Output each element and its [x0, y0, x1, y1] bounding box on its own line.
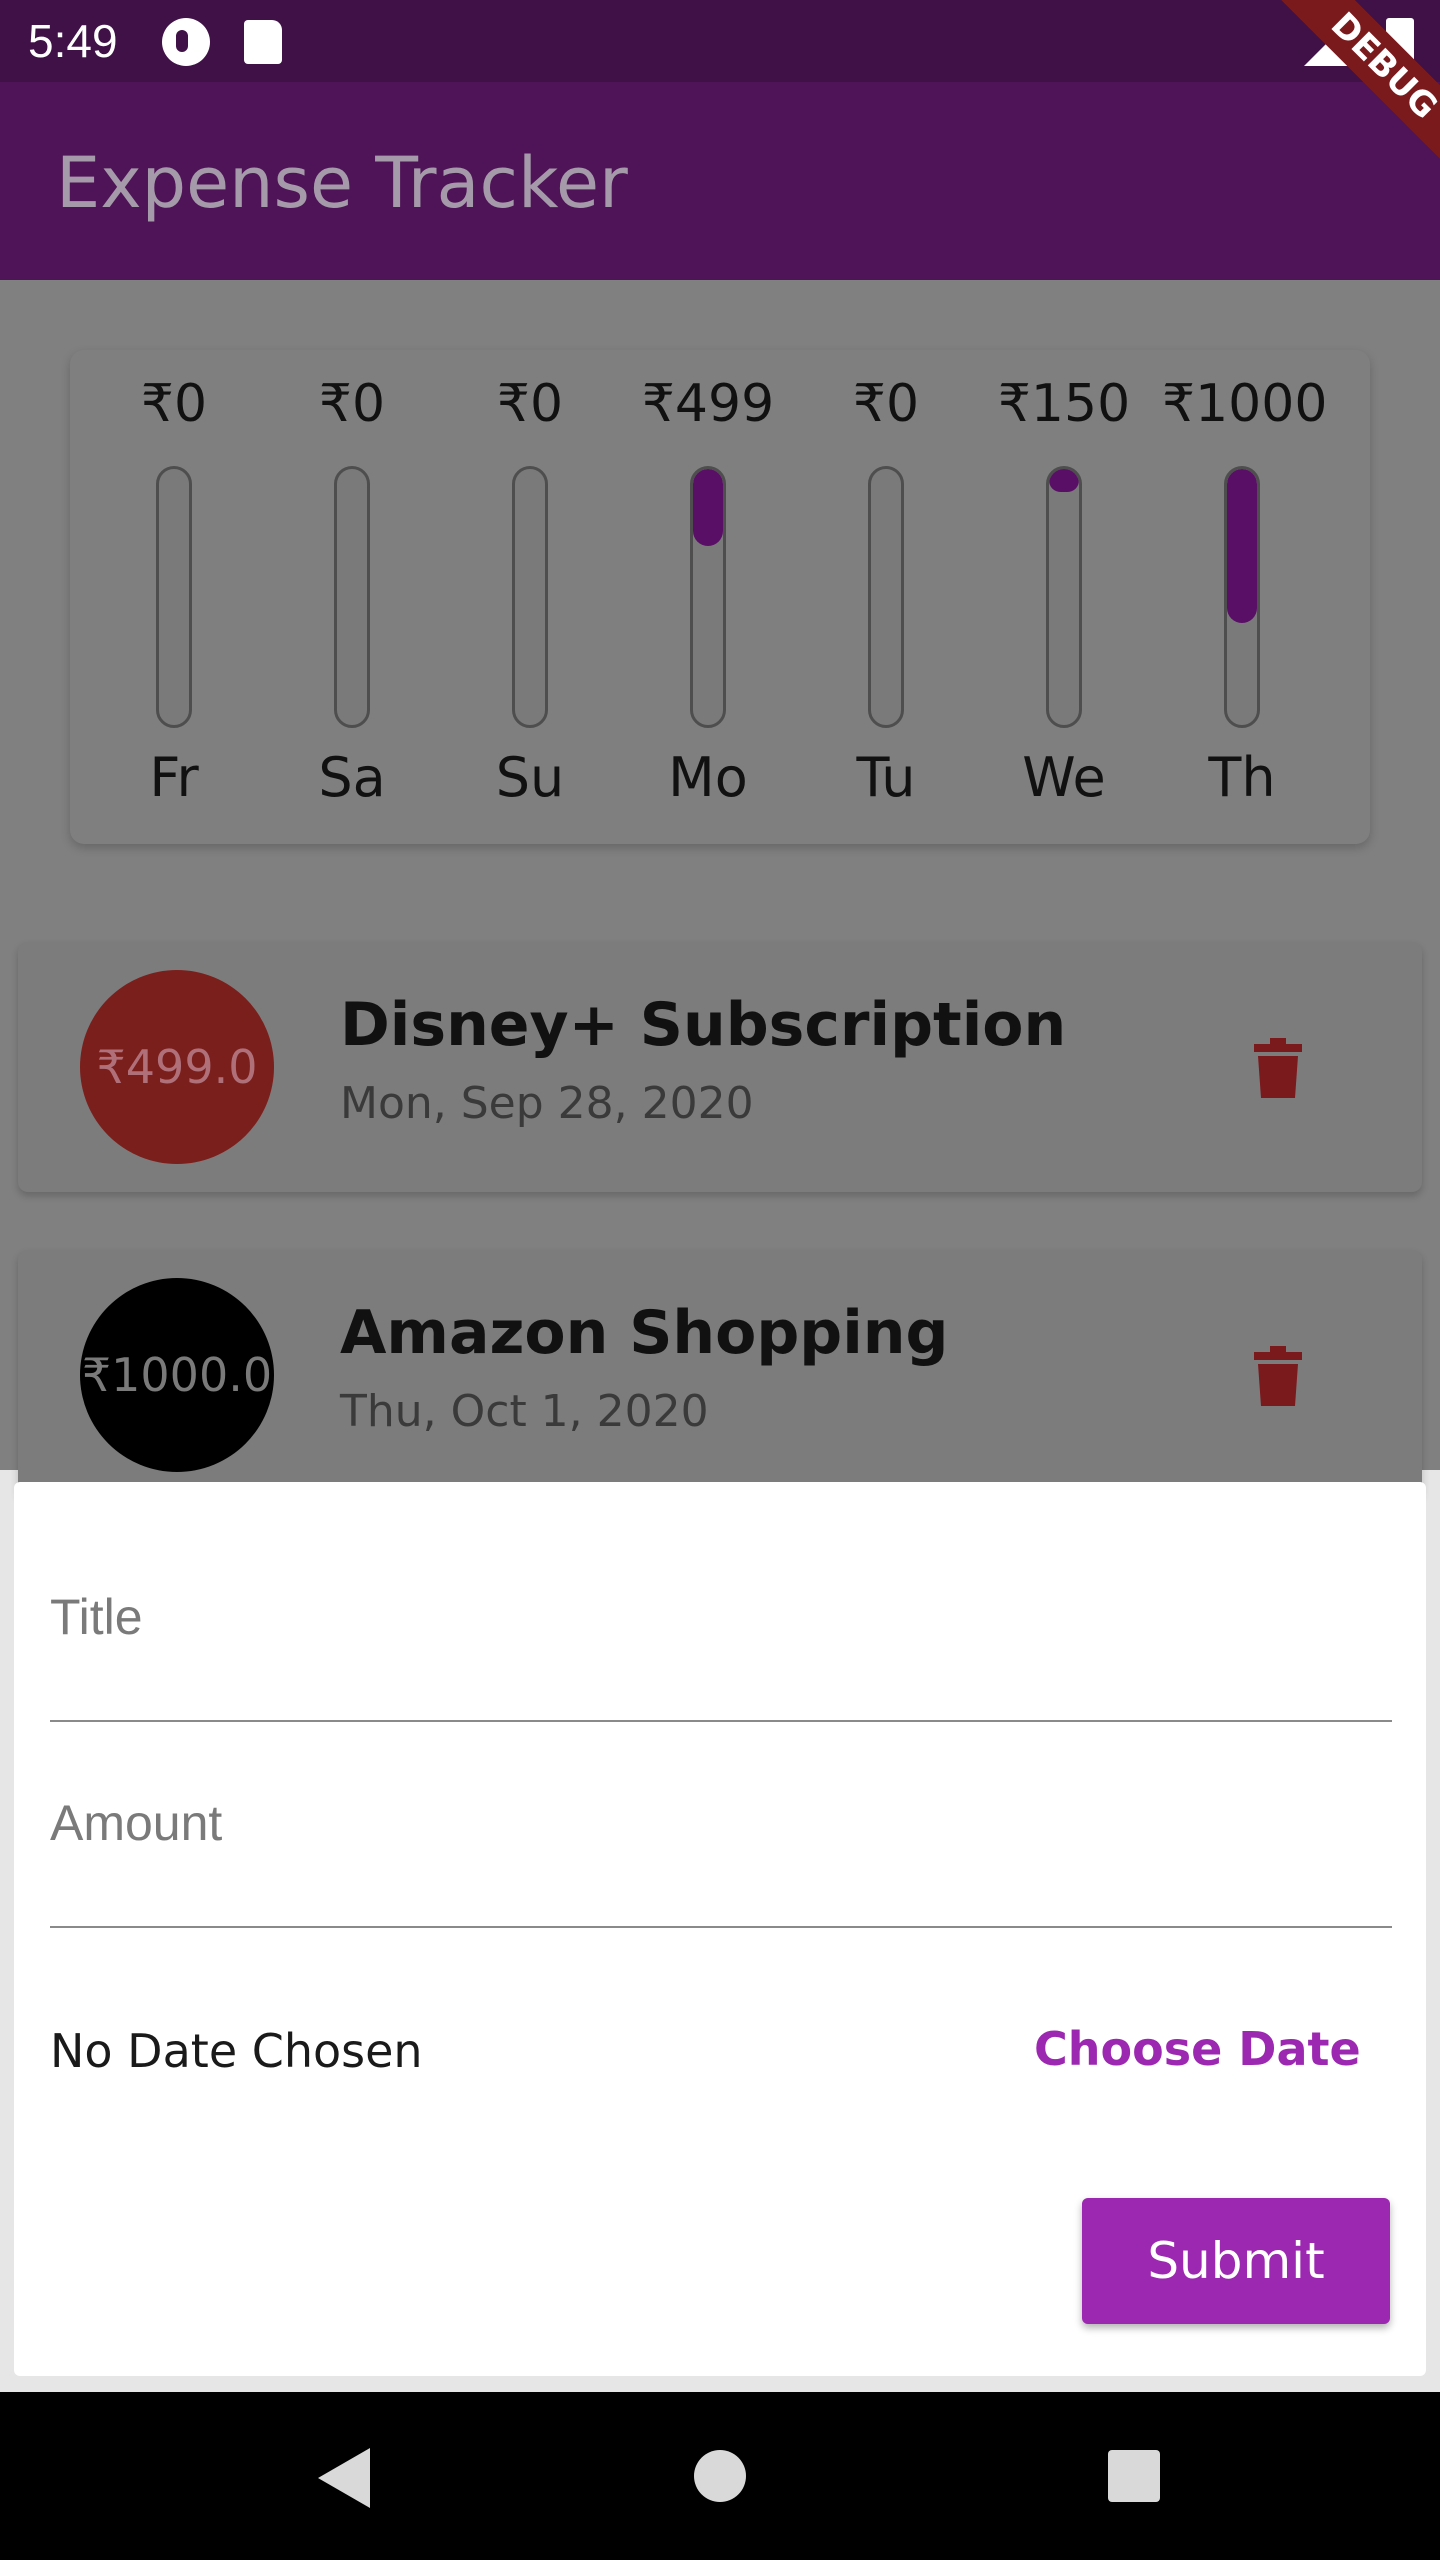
bar-amount-label: ₹0 — [496, 374, 564, 434]
title-input-underline — [50, 1720, 1392, 1722]
home-icon[interactable] — [694, 2450, 746, 2502]
chart-bar-su: ₹0 Su — [450, 374, 610, 834]
bar-track — [512, 466, 548, 728]
add-transaction-sheet: Title Amount No Date Chosen Choose Date … — [14, 1482, 1426, 2376]
bar-day-label: Tu — [856, 746, 916, 809]
chart-bar-sa: ₹0 Sa — [272, 374, 432, 834]
choose-date-button[interactable]: Choose Date — [1034, 2022, 1361, 2076]
delete-icon[interactable] — [1254, 1038, 1302, 1098]
amount-avatar: ₹499.0 — [80, 970, 274, 1164]
bar-track — [1224, 466, 1260, 728]
weekly-chart-card: ₹0 Fr ₹0 Sa ₹0 Su ₹499 Mo ₹0 Tu ₹150 We ₹1000 Th — [70, 350, 1370, 844]
sd-card-icon — [244, 20, 282, 64]
notification-icon — [162, 18, 210, 66]
bar-track — [1046, 466, 1082, 728]
navigation-bar — [0, 2392, 1440, 2560]
bar-fill — [1227, 469, 1257, 623]
chart-bar-we: ₹150 We — [984, 374, 1144, 834]
bar-day-label: Mo — [668, 746, 748, 809]
status-bar: 5:49 — [0, 0, 1440, 82]
bar-amount-label: ₹0 — [852, 374, 920, 434]
bar-amount-label: ₹499 — [641, 374, 775, 434]
amount-input[interactable]: Amount — [50, 1794, 222, 1852]
bar-amount-label: ₹150 — [997, 374, 1131, 434]
bar-track — [156, 466, 192, 728]
app-title: Expense Tracker — [56, 142, 628, 224]
chart-bar-th: ₹1000 Th — [1162, 374, 1328, 834]
transaction-date: Thu, Oct 1, 2020 — [340, 1386, 709, 1437]
transaction-date: Mon, Sep 28, 2020 — [340, 1078, 754, 1129]
recent-apps-icon[interactable] — [1108, 2450, 1160, 2502]
delete-icon[interactable] — [1254, 1346, 1302, 1406]
submit-button[interactable]: Submit — [1082, 2198, 1390, 2324]
bar-day-label: Th — [1208, 746, 1276, 809]
title-input[interactable]: Title — [50, 1588, 143, 1646]
amount-avatar: ₹1000.0 — [80, 1278, 274, 1472]
status-time: 5:49 — [28, 15, 118, 67]
bar-day-label: Su — [495, 746, 565, 809]
bar-track — [334, 466, 370, 728]
bar-day-label: Sa — [318, 746, 386, 809]
transaction-card: ₹499.0 Disney+ Subscription Mon, Sep 28,… — [18, 942, 1422, 1192]
amount-input-underline — [50, 1926, 1392, 1928]
bar-track — [868, 466, 904, 728]
transaction-card: ₹1000.0 Amazon Shopping Thu, Oct 1, 2020 — [18, 1250, 1422, 1500]
transaction-title: Amazon Shopping — [340, 1298, 949, 1368]
chart-bar-tu: ₹0 Tu — [806, 374, 966, 834]
bar-fill — [693, 469, 723, 546]
bar-track — [690, 466, 726, 728]
date-status-text: No Date Chosen — [50, 2024, 423, 2078]
bar-amount-label: ₹0 — [318, 374, 386, 434]
back-icon[interactable] — [318, 2448, 370, 2508]
chart-bar-mo: ₹499 Mo — [628, 374, 788, 834]
bar-day-label: Fr — [149, 746, 199, 809]
bar-fill — [1049, 469, 1079, 493]
chart-bar-fr: ₹0 Fr — [94, 374, 254, 834]
transaction-title: Disney+ Subscription — [340, 990, 1067, 1060]
bar-amount-label: ₹1000 — [1162, 374, 1328, 434]
app-bar: Expense Tracker — [0, 82, 1440, 280]
bar-day-label: We — [1022, 746, 1106, 809]
bar-amount-label: ₹0 — [140, 374, 208, 434]
